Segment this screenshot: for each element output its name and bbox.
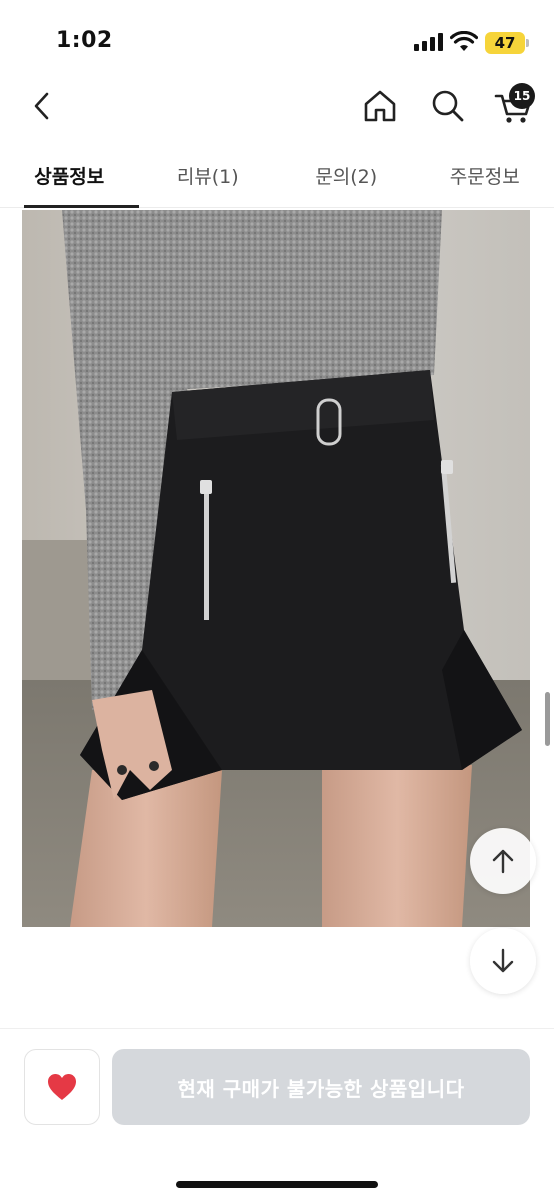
tab-inquiries[interactable]: 문의(2) — [277, 148, 416, 207]
product-photo-illustration — [22, 210, 530, 927]
header — [0, 80, 554, 140]
arrow-down-icon — [492, 948, 514, 973]
battery-indicator: 47 — [485, 32, 529, 54]
wifi-icon — [450, 31, 478, 51]
scrollbar-thumb[interactable] — [545, 692, 550, 746]
tab-product-info[interactable]: 상품정보 — [0, 148, 139, 208]
status-time: 1:02 — [56, 28, 113, 53]
bottom-action-bar: 현재 구매가 불가능한 상품입니다 — [0, 1028, 554, 1200]
home-indicator — [176, 1181, 378, 1188]
status-bar: 1:02 47 — [0, 0, 554, 80]
signal-icon — [414, 33, 444, 51]
search-button[interactable] — [428, 86, 468, 126]
product-image — [22, 210, 530, 927]
tab-bar: 상품정보 리뷰(1) 문의(2) 주문정보 — [0, 148, 554, 208]
home-icon — [364, 90, 396, 122]
scroll-to-bottom-button[interactable] — [470, 928, 536, 994]
tab-order-info[interactable]: 주문정보 — [416, 148, 554, 207]
back-icon — [34, 92, 49, 120]
search-icon — [432, 90, 464, 122]
cart-count-badge: 15 — [509, 83, 535, 109]
arrow-up-icon — [492, 849, 514, 874]
battery-level: 47 — [494, 34, 516, 52]
buy-button-disabled[interactable]: 현재 구매가 불가능한 상품입니다 — [112, 1049, 530, 1125]
back-button[interactable] — [24, 86, 60, 126]
heart-icon — [48, 1074, 76, 1100]
tab-reviews[interactable]: 리뷰(1) — [139, 148, 278, 207]
like-button[interactable] — [24, 1049, 100, 1125]
scroll-to-top-button[interactable] — [470, 828, 536, 894]
home-button[interactable] — [360, 86, 400, 126]
